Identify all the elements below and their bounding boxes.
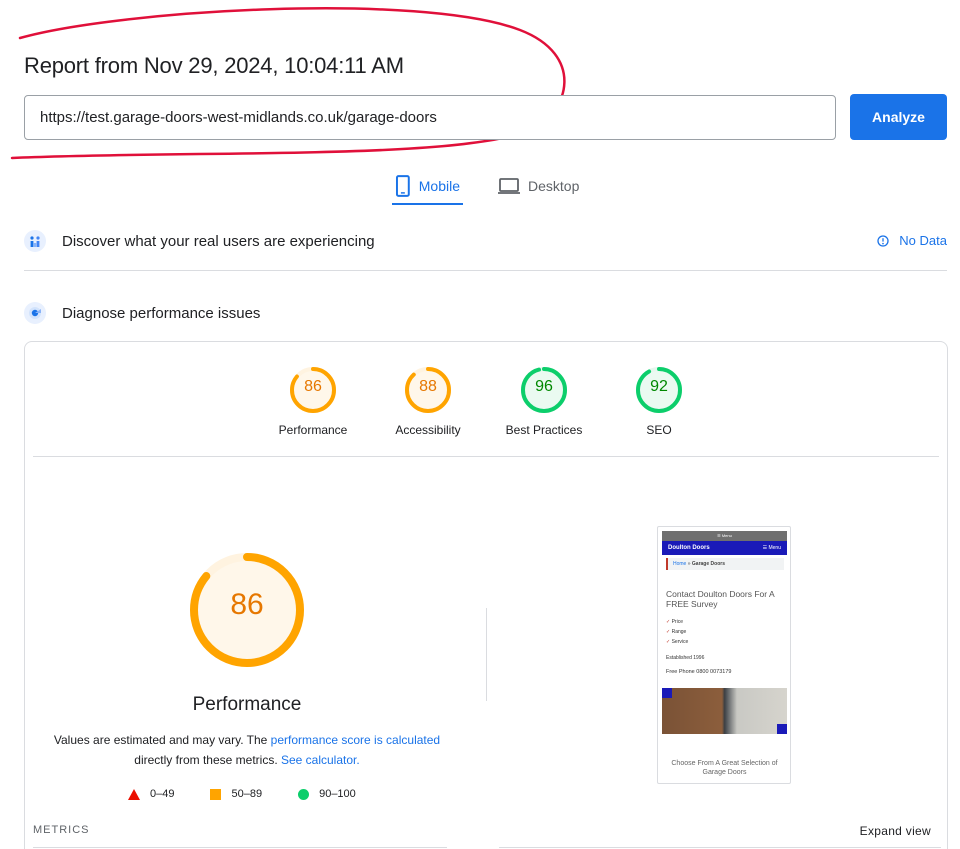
tab-mobile[interactable]: Mobile xyxy=(392,168,463,205)
gauge-seo-label: SEO xyxy=(646,423,672,437)
explain-mid: directly from these metrics. xyxy=(134,753,281,767)
gauge-accessibility-score: 88 xyxy=(419,378,437,395)
screenshot-crumb-home: Home xyxy=(673,561,687,567)
tab-desktop[interactable]: Desktop xyxy=(495,168,582,204)
screenshot-check-item: Range xyxy=(666,627,688,637)
lighthouse-report-card: 86 Performance 88 Accessibility 96 Best … xyxy=(24,341,948,849)
screenshot-menu: ☰ Menu xyxy=(762,545,781,551)
gauge-performance-score: 86 xyxy=(304,378,322,395)
gauge-accessibility-label: Accessibility xyxy=(395,423,461,437)
diagnose-label: Diagnose performance issues xyxy=(62,304,261,322)
section-divider xyxy=(24,270,947,271)
gauge-performance[interactable]: 86 Performance xyxy=(258,366,368,437)
analyze-button[interactable]: Analyze xyxy=(850,94,947,140)
gauge-best-practices-score: 96 xyxy=(535,378,553,395)
crux-people-icon xyxy=(24,230,46,252)
expand-view-button[interactable]: Expand view xyxy=(860,824,931,838)
circle-icon xyxy=(298,788,310,800)
discover-section: Discover what your real users are experi… xyxy=(24,230,947,252)
legend-average-label: 50–89 xyxy=(231,788,263,800)
screenshot-caption: Choose From A Great Selection of Garage … xyxy=(671,760,778,776)
no-data-label: No Data xyxy=(899,233,947,248)
square-icon xyxy=(210,788,222,800)
screenshot-established: Established 1996 xyxy=(666,655,705,661)
url-input[interactable] xyxy=(24,95,836,140)
screenshot-crumb-current: Garage Doors xyxy=(691,561,725,567)
legend-pass: 90–100 xyxy=(298,788,356,800)
explain-prefix: Values are estimated and may vary. The xyxy=(53,733,271,747)
screenshot-top-bar: ☰ Menu xyxy=(662,531,787,541)
score-legend: 0–49 50–89 90–100 xyxy=(128,788,392,800)
page-screenshot: ☰ Menu ☰ Menu Doulton Doors Home » Garag… xyxy=(657,526,791,784)
screenshot-garage-photo xyxy=(662,688,787,734)
device-tabs: Mobile Desktop xyxy=(392,168,582,206)
phone-icon xyxy=(395,174,410,197)
no-data-status[interactable]: No Data xyxy=(877,233,947,248)
gauge-seo[interactable]: 92 SEO xyxy=(604,366,714,437)
vertical-separator xyxy=(486,608,487,701)
gauge-seo-score: 92 xyxy=(650,378,668,395)
see-calculator-link[interactable]: See calculator. xyxy=(281,753,360,767)
score-calculated-link[interactable]: performance score is calculated xyxy=(271,733,440,747)
screenshot-brand: Doulton Doors xyxy=(668,545,710,551)
card-divider xyxy=(33,456,939,457)
metrics-divider-left xyxy=(33,847,447,848)
screenshot-check-item: Price xyxy=(666,617,688,627)
metrics-label: METRICS xyxy=(33,824,90,836)
triangle-icon xyxy=(128,788,140,800)
tab-mobile-label: Mobile xyxy=(418,177,460,194)
report-title: Report from Nov 29, 2024, 10:04:11 AM xyxy=(24,53,404,78)
category-gauges: 86 Performance 88 Accessibility 96 Best … xyxy=(25,366,947,456)
gauge-performance-label: Performance xyxy=(278,423,348,437)
performance-title: Performance xyxy=(192,694,302,715)
gauge-best-practices[interactable]: 96 Best Practices xyxy=(489,366,599,437)
laptop-icon xyxy=(498,178,520,194)
gauge-accessibility[interactable]: 88 Accessibility xyxy=(373,366,483,437)
performance-explanation: Values are estimated and may vary. The p… xyxy=(47,730,447,770)
screenshot-nav: ☰ Menu Doulton Doors xyxy=(662,541,787,555)
screenshot-checklist: Price Range Service xyxy=(666,617,689,647)
tab-desktop-label: Desktop xyxy=(528,178,580,194)
legend-fail-label: 0–49 xyxy=(150,788,175,800)
screenshot-breadcrumb: Home » Garage Doors xyxy=(666,558,784,570)
legend-average: 50–89 xyxy=(210,788,262,800)
diagnose-section: Diagnose performance issues xyxy=(24,302,260,324)
metrics-divider-right xyxy=(499,847,941,848)
legend-pass-label: 90–100 xyxy=(319,788,356,800)
lighthouse-icon xyxy=(24,302,46,324)
gauge-best-practices-label: Best Practices xyxy=(505,423,583,437)
screenshot-headline: Contact Doulton Doors For A FREE Survey xyxy=(666,589,775,609)
info-icon xyxy=(877,234,889,247)
discover-label: Discover what your real users are experi… xyxy=(62,232,375,250)
screenshot-check-item: Service xyxy=(666,637,689,647)
screenshot-phone: Free Phone 0800 0073179 xyxy=(666,669,732,675)
performance-big-score: 86 xyxy=(230,588,264,621)
legend-fail: 0–49 xyxy=(128,788,174,800)
